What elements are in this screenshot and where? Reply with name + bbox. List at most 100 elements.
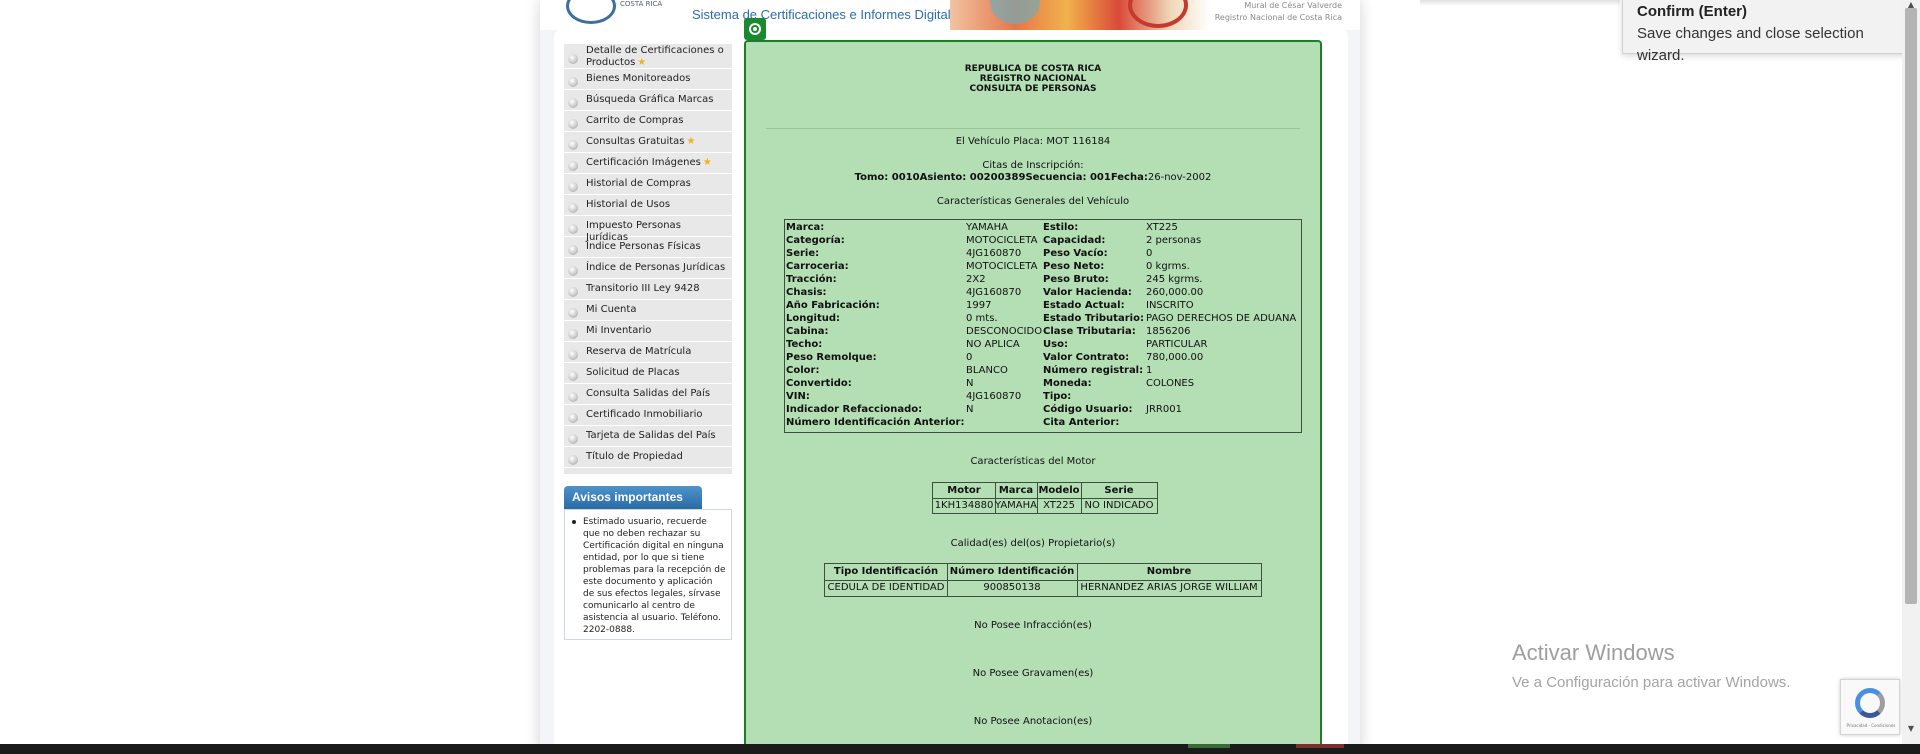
asiento-label: Asiento:: [919, 172, 970, 183]
general-title: Características Generales del Vehículo: [936, 196, 1130, 207]
sidebar-item[interactable]: Certificación Imágenes ★: [564, 153, 732, 174]
field-label: Marca:: [786, 222, 825, 233]
page-scrollbar[interactable]: ▲ ▼: [1902, 0, 1920, 754]
field-label: Carroceria:: [786, 261, 849, 272]
bullet-icon: [568, 181, 578, 192]
table-cell: YAMAHA: [995, 500, 1038, 511]
sidebar-item[interactable]: Consulta Salidas del País: [564, 384, 732, 405]
sidebar-item[interactable]: Mi Inventario: [564, 321, 732, 342]
star-icon: ★: [702, 157, 712, 168]
taskbar-item[interactable]: [1188, 744, 1230, 748]
sidebar-item-label: Tarjeta de Salidas del País: [586, 430, 716, 441]
bullet-icon: [568, 307, 578, 318]
taskbar-item[interactable]: [1296, 744, 1344, 748]
sidebar-item[interactable]: Título de Propiedad: [564, 447, 732, 468]
field-value: 4JG160870: [966, 287, 1022, 298]
bullet-icon: [568, 118, 578, 129]
sidebar-item-label: Reserva de Matrícula: [586, 346, 692, 357]
bullet-icon: [568, 286, 578, 297]
header-title: Sistema de Certificaciones e Informes Di…: [692, 7, 965, 22]
field-value: 1997: [966, 300, 992, 311]
field-value: DESCONOCIDO: [966, 326, 1043, 337]
bullet-icon: [568, 97, 578, 108]
tomo-value: 0010: [891, 172, 920, 183]
bullet-icon: [568, 391, 578, 402]
sidebar-item-label: Mi Cuenta: [586, 304, 637, 315]
field-label: Cabina:: [786, 326, 829, 337]
tomo-label: Tomo:: [854, 172, 892, 183]
sidebar-item[interactable]: Carrito de Compras: [564, 111, 732, 132]
mural-credit-line1: Mural de César Valverde: [1244, 1, 1342, 10]
sidebar-item[interactable]: Búsqueda Gráfica Marcas: [564, 90, 732, 111]
vehicle-plate: El Vehículo Placa: MOT 116184: [955, 136, 1111, 147]
fecha-label: Fecha:: [1110, 172, 1148, 183]
field-label: Estado Tributario:: [1043, 313, 1144, 324]
field-label: Serie:: [786, 248, 820, 259]
field-label: Peso Remolque:: [786, 352, 877, 363]
field-value: BLANCO: [966, 365, 1008, 376]
field-label: Valor Contrato:: [1043, 352, 1130, 363]
field-label: Valor Hacienda:: [1043, 287, 1132, 298]
field-value: 4JG160870: [966, 391, 1022, 402]
header-costa-rica: COSTA RICA: [620, 0, 663, 8]
sidebar-item[interactable]: Historial de Compras: [564, 174, 732, 195]
field-value: N: [966, 404, 974, 415]
column-header: Marca: [998, 485, 1034, 496]
field-label: Uso:: [1043, 339, 1068, 350]
taskbar: [0, 744, 1920, 754]
field-value: 4JG160870: [966, 248, 1022, 259]
sidebar-item-label: Certificado Inmobiliario: [586, 409, 703, 420]
sidebar-item-label: Bienes Monitoreados: [586, 73, 691, 84]
table-cell: 1KH134880: [934, 500, 994, 511]
sidebar-item-label: Título de Propiedad: [586, 451, 683, 462]
field-label: Número Identificación Anterior:: [786, 417, 965, 428]
column-header: Motor: [947, 485, 981, 496]
sidebar-item[interactable]: Reserva de Matrícula: [564, 342, 732, 363]
sidebar-item[interactable]: Solicitud de Placas: [564, 363, 732, 384]
field-value: 245 kgrms.: [1146, 274, 1203, 285]
mural-credit-line2: Registro Nacional de Costa Rica: [1214, 13, 1342, 22]
field-value: 0 kgrms.: [1146, 261, 1190, 272]
recaptcha-text[interactable]: Privacidad - Condiciones: [1843, 723, 1899, 728]
sidebar-item-label: Búsqueda Gráfica Marcas: [586, 94, 714, 105]
field-value: COLONES: [1146, 378, 1195, 389]
scrollbar-thumb[interactable]: [1905, 8, 1917, 604]
selection-target-icon[interactable]: [744, 18, 766, 40]
sidebar-item[interactable]: Detalle de Certificaciones o Productos ★: [564, 44, 732, 69]
bullet-icon: [568, 454, 578, 465]
bullet-icon: [572, 520, 576, 524]
sidebar-item[interactable]: Índice de Personas Jurídicas: [564, 258, 732, 279]
sidebar-item[interactable]: Consultas Gratuitas ★: [564, 132, 732, 153]
bullet-icon: [568, 223, 578, 234]
sidebar-item[interactable]: Impuesto Personas Jurídicas: [564, 216, 732, 243]
sidebar-item-label: Historial de Compras: [586, 178, 691, 189]
star-icon: ★: [686, 136, 696, 147]
report-header-line1: REPUBLICA DE COSTA RICA: [964, 64, 1102, 74]
asiento-value: 00200389: [969, 172, 1026, 183]
column-header: Nombre: [1146, 566, 1192, 577]
report-header-line2: REGISTRO NACIONAL: [979, 74, 1087, 84]
table-cell: CEDULA DE IDENTIDAD: [827, 582, 945, 593]
secuencia-value: 001: [1089, 172, 1111, 183]
report-header-line3: CONSULTA DE PERSONAS: [969, 84, 1097, 94]
field-value: N: [966, 378, 974, 389]
column-header: Serie: [1104, 485, 1134, 496]
sidebar-item[interactable]: Bienes Monitoreados: [564, 69, 732, 90]
field-value: 2 personas: [1146, 235, 1202, 246]
sidebar-item[interactable]: Historial de Usos: [564, 195, 732, 216]
recaptcha-badge[interactable]: Privacidad - Condiciones: [1840, 679, 1900, 735]
field-value: MOTOCICLETA: [966, 261, 1038, 272]
sidebar-item[interactable]: Certificado Inmobiliario: [564, 405, 732, 426]
vehicle-report: REPUBLICA DE COSTA RICA REGISTRO NACIONA…: [744, 40, 1322, 754]
sidebar-item[interactable]: Transitorio III Ley 9428: [564, 279, 732, 300]
sidebar-item[interactable]: Tarjeta de Salidas del País: [564, 426, 732, 447]
motor-table: Motor 1KH134880 Marca YAMAHA Modelo XT225 Seri…: [932, 482, 1158, 514]
scroll-down-icon[interactable]: ▼: [1902, 724, 1920, 733]
sidebar-item-label: Solicitud de Placas: [586, 367, 680, 378]
tooltip-description: Save changes and close selection wizard.: [1637, 25, 1864, 64]
sidebar-item[interactable]: Mi Cuenta: [564, 300, 732, 321]
sidebar-item-label: Certificación Imágenes ★: [586, 157, 712, 168]
field-label: Color:: [786, 365, 820, 376]
column-header: Modelo: [1038, 485, 1080, 496]
sidebar-item[interactable]: Índice Personas Físicas: [564, 237, 732, 258]
